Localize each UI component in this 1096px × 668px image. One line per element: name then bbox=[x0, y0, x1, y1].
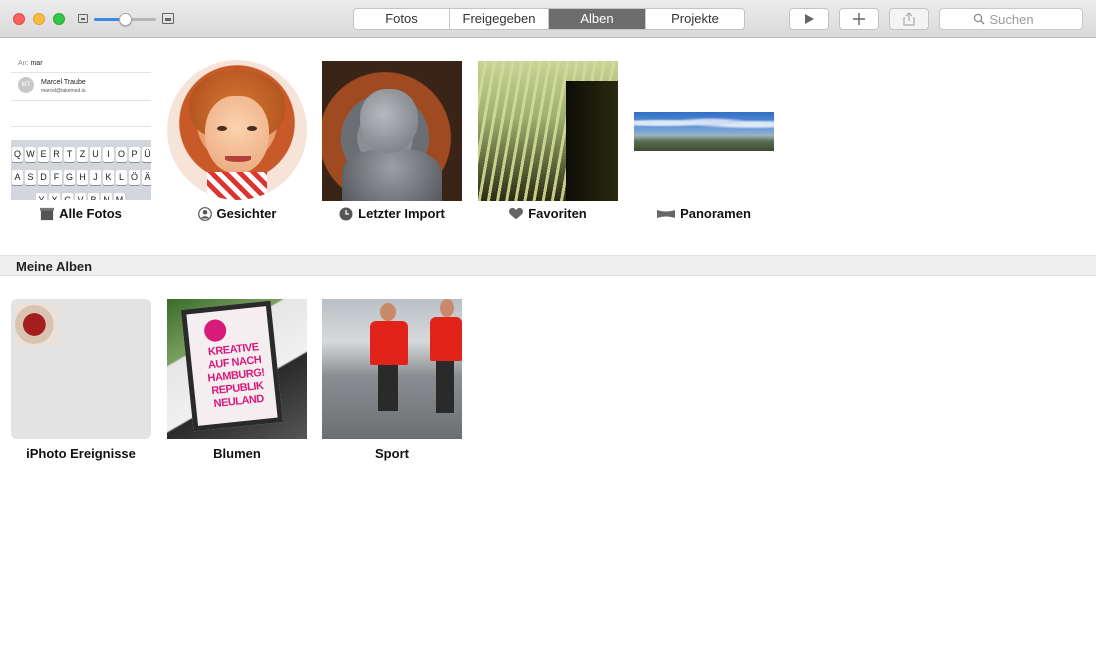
keyboard-key: R bbox=[51, 147, 62, 162]
magnifier-icon bbox=[973, 13, 984, 25]
album-thumb-iphoto-ereignisse[interactable] bbox=[11, 299, 151, 439]
tab-alben[interactable]: Alben bbox=[549, 9, 646, 29]
avatar: MT bbox=[18, 77, 34, 93]
keyboard-key: U bbox=[90, 147, 101, 162]
fullscreen-window-button[interactable] bbox=[53, 13, 65, 25]
keyboard-key: F bbox=[51, 170, 62, 185]
close-window-button[interactable] bbox=[13, 13, 25, 25]
album-label-favoriten[interactable]: Favoriten bbox=[478, 206, 618, 221]
keyboard-key: Ä bbox=[142, 170, 151, 185]
keyboard-key: B bbox=[88, 193, 99, 200]
keyboard-key: Z bbox=[77, 147, 88, 162]
keyboard-key: S bbox=[25, 170, 36, 185]
keyboard-key: Ö bbox=[129, 170, 140, 185]
keyboard-key: A bbox=[12, 170, 23, 185]
search-input[interactable] bbox=[989, 11, 1050, 27]
keyboard-key: C bbox=[62, 193, 73, 200]
keyboard-key: Ü bbox=[142, 147, 151, 162]
keyboard-key: D bbox=[38, 170, 49, 185]
keyboard-key: T bbox=[64, 147, 75, 162]
zoom-in-icon[interactable] bbox=[162, 13, 174, 24]
minimize-window-button[interactable] bbox=[33, 13, 45, 25]
album-label-blumen[interactable]: Blumen bbox=[167, 446, 307, 461]
keyboard-key: Q bbox=[12, 147, 23, 162]
panorama-icon bbox=[657, 209, 676, 218]
album-thumb-alle-fotos[interactable]: An: mar MT Marcel Traube marcel@takemed.… bbox=[11, 60, 151, 200]
album-label-gesichter[interactable]: Gesichter bbox=[167, 206, 307, 221]
keyboard-key: H bbox=[77, 170, 88, 185]
album-label-alle-fotos[interactable]: Alle Fotos bbox=[11, 206, 151, 221]
zoom-slider-knob[interactable] bbox=[119, 13, 132, 26]
keyboard-key: P bbox=[129, 147, 140, 162]
contact-name: Marcel Traube bbox=[41, 79, 86, 86]
keyboard-key: I bbox=[103, 147, 114, 162]
album-thumb-favoriten[interactable] bbox=[478, 61, 618, 201]
zoom-slider[interactable] bbox=[94, 13, 156, 26]
keyboard-key: X bbox=[49, 193, 60, 200]
section-header: Meine Alben bbox=[0, 255, 1096, 276]
album-label-panoramen[interactable]: Panoramen bbox=[634, 206, 774, 221]
keyboard-key: K bbox=[103, 170, 114, 185]
album-thumb-gesichter[interactable] bbox=[167, 60, 307, 200]
tab-fotos[interactable]: Fotos bbox=[354, 9, 450, 29]
album-thumb-letzter-import[interactable] bbox=[322, 61, 462, 201]
tab-freigegeben[interactable]: Freigegeben bbox=[450, 9, 549, 29]
keyboard-key: V bbox=[75, 193, 86, 200]
search-field[interactable] bbox=[939, 8, 1083, 30]
keyboard-key: N bbox=[101, 193, 112, 200]
album-thumb-panoramen[interactable] bbox=[634, 112, 774, 151]
tab-projekte[interactable]: Projekte bbox=[646, 9, 744, 29]
keyboard-key: G bbox=[64, 170, 75, 185]
keyboard-key: Y bbox=[36, 193, 47, 200]
album-label-letzter-import[interactable]: Letzter Import bbox=[322, 206, 462, 221]
heart-icon bbox=[509, 207, 524, 219]
poster: KREATIVE AUF NACH HAMBURG! REPUBLIK NEUL… bbox=[180, 300, 284, 432]
zoom-out-icon[interactable] bbox=[78, 14, 88, 23]
photos-stack-icon bbox=[40, 207, 55, 220]
keyboard-key: E bbox=[38, 147, 49, 162]
message-to-field: An: mar bbox=[18, 60, 43, 67]
album-thumb-blumen[interactable]: KREATIVE AUF NACH HAMBURG! REPUBLIK NEUL… bbox=[167, 299, 307, 439]
album-label-iphoto-ereignisse[interactable]: iPhoto Ereignisse bbox=[11, 446, 151, 461]
slideshow-button[interactable] bbox=[789, 8, 829, 30]
section-title: Meine Alben bbox=[16, 259, 93, 274]
play-icon bbox=[805, 14, 814, 24]
plus-icon bbox=[853, 13, 865, 25]
keyboard: QWERTZUIOPÜ ASDFGHJKLÖÄ YXCVBNM bbox=[11, 140, 151, 200]
add-button[interactable] bbox=[839, 8, 879, 30]
keyboard-key: O bbox=[116, 147, 127, 162]
contact-email: marcel@takemed.io bbox=[41, 88, 86, 94]
keyboard-key: M bbox=[114, 193, 125, 200]
share-icon bbox=[903, 12, 915, 26]
keyboard-key: W bbox=[25, 147, 36, 162]
share-button[interactable] bbox=[889, 8, 929, 30]
album-label-sport[interactable]: Sport bbox=[322, 446, 462, 461]
toolbar: Fotos Freigegeben Alben Projekte bbox=[0, 0, 1096, 38]
clock-icon bbox=[339, 207, 353, 220]
keyboard-key: J bbox=[90, 170, 101, 185]
keyboard-key: L bbox=[116, 170, 127, 185]
view-tabs: Fotos Freigegeben Alben Projekte bbox=[353, 8, 745, 30]
person-circle-icon bbox=[197, 206, 212, 221]
album-thumb-sport[interactable] bbox=[322, 299, 462, 439]
